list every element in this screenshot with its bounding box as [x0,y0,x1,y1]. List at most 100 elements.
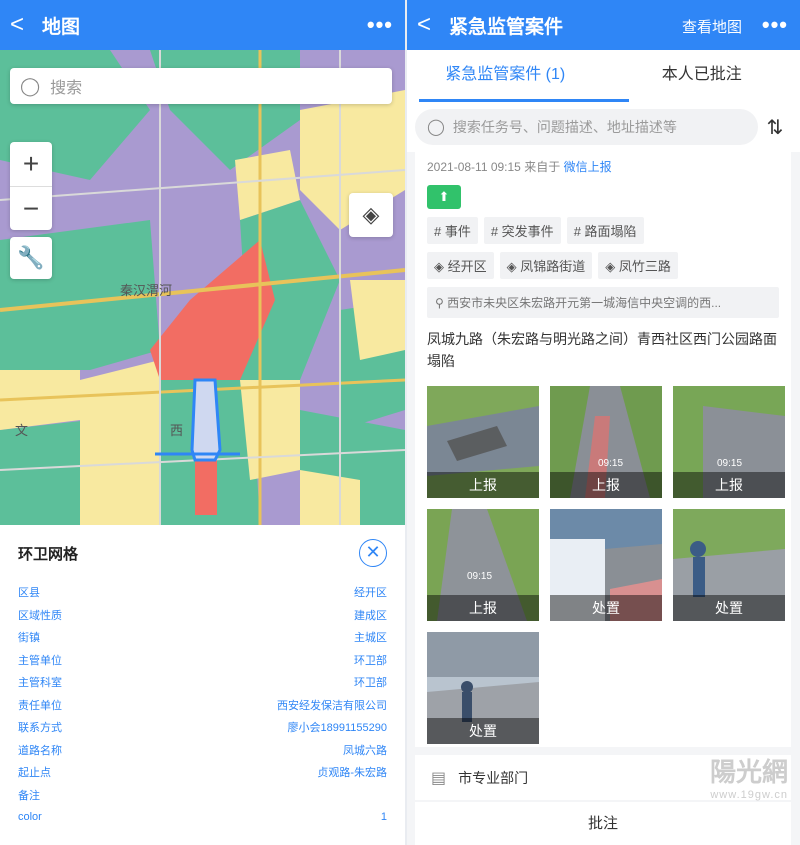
info-value: 西安经发保洁有限公司 [277,699,387,712]
info-row: 备注 [18,784,387,807]
info-value: 环卫部 [354,654,387,667]
info-row: 起止点 贞观路-朱宏路 [18,761,387,784]
tab-bar: 紧急监管案件 (1) 本人已批注 [407,50,800,102]
photo-grid: 上报 09:15 上报 09:15 上报 09:15 上报 处置 处置 处置 [427,386,785,744]
info-label: 街镇 [18,632,40,645]
page-title: 地图 [42,16,81,38]
layers-icon[interactable]: ◈ [349,193,393,237]
zoom-in-button[interactable]: + [10,142,52,186]
more-icon[interactable]: ••• [367,12,393,38]
zoom-controls: + − [10,142,52,230]
info-row: 道路名称 凤城六路 [18,739,387,762]
close-icon[interactable]: ✕ [359,539,387,567]
info-label: 起止点 [18,767,51,780]
info-row: 街镇 主城区 [18,626,387,649]
annotate-button[interactable]: 批注 [415,802,791,845]
grid-info-panel: 环卫网格 ✕ 区县 经开区 区域性质 建成区 街镇 主城区 主管单位 环卫部 主管科室环… [0,525,405,845]
case-photo[interactable]: 处置 [550,509,662,621]
map-canvas: 秦汉渭河 西 文 [0,50,405,525]
zoom-out-button[interactable]: − [10,186,52,230]
clipboard-icon: ▤ [431,769,447,787]
photo-label: 上报 [427,472,539,498]
info-label: 备注 [18,789,40,802]
case-card[interactable]: 2021-08-11 09:15 来自于 微信上报 ⬆ # 事件 # 突发事件 … [415,152,791,747]
map-search-placeholder: 搜索 [50,80,83,97]
info-value[interactable]: 廖小会18991155290 [288,719,387,735]
info-label: 区县 [18,587,40,600]
map-search-input[interactable]: ◯ 搜索 [10,68,392,104]
photo-label: 处置 [550,595,662,621]
info-label: 区域性质 [18,609,62,622]
sort-icon[interactable]: ⇅ [758,115,792,140]
map-place-label: 秦汉渭河 [120,283,172,298]
case-search-placeholder: 搜索任务号、问题描述、地址描述等 [452,119,677,135]
case-tag: # 突发事件 [483,217,561,244]
area-tag: ◈ 凤竹三路 [598,252,678,279]
info-label: 责任单位 [18,699,62,712]
case-photo[interactable]: 处置 [427,632,539,744]
watermark-url: www.19gw.cn [710,789,788,801]
case-search-bar: ◯ 搜索任务号、问题描述、地址描述等 ⇅ [407,102,800,152]
photo-label: 上报 [427,595,539,621]
department-label: 市专业部门 [458,769,529,786]
photo-timestamp: 09:15 [467,571,492,582]
photo-label: 上报 [673,472,785,498]
back-icon[interactable]: < [417,0,443,50]
info-label: color [18,811,42,824]
upload-status-badge: ⬆ [427,185,461,209]
top-nav-bar: < 紧急监管案件 查看地图 ••• [407,0,800,50]
case-photo[interactable]: 09:15 上报 [673,386,785,498]
case-tag: # 事件 [427,217,478,244]
map-screen: < 地图 ••• 秦汉渭河 西 文 ◯ 搜索 + − 🔧 ◈ 环卫网格 ✕ 区县… [0,0,405,845]
case-photo[interactable]: 上报 [427,386,539,498]
panel-title: 环卫网格 [18,545,79,563]
info-label: 道路名称 [18,744,62,757]
info-row: 责任单位 西安经发保洁有限公司 [18,694,387,717]
case-photo[interactable]: 09:15 上报 [427,509,539,621]
view-map-link[interactable]: 查看地图 [682,16,742,37]
tab-urgent-cases[interactable]: 紧急监管案件 (1) [407,50,604,102]
info-value: 1 [380,811,387,824]
watermark-main: 陽光網 [709,757,788,787]
page-title: 紧急监管案件 [449,16,564,38]
info-row: 区县 经开区 [18,581,387,604]
tab-my-annotations[interactable]: 本人已批注 [604,50,800,102]
map-view[interactable]: 秦汉渭河 西 文 ◯ 搜索 + − 🔧 ◈ [0,50,405,525]
case-photo[interactable]: 09:15 上报 [550,386,662,498]
photo-label: 处置 [427,718,539,744]
info-label: 主管科室 [18,677,62,690]
search-icon: ◯ [20,75,41,96]
case-list-screen: < 紧急监管案件 查看地图 ••• 紧急监管案件 (1) 本人已批注 ◯ 搜索任… [407,0,800,845]
case-address-text: 西安市未央区朱宏路开元第一城海信中央空调的西... [447,296,722,310]
info-value: 经开区 [354,587,387,600]
info-label: 联系方式 [18,722,62,735]
map-place-label: 文 [15,423,28,438]
info-value: 建成区 [354,609,387,622]
case-address: ⚲ 西安市未央区朱宏路开元第一城海信中央空调的西... [427,287,779,318]
case-source: 微信上报 [563,160,612,174]
info-label: 主管单位 [18,654,62,667]
case-areas: ◈ 经开区 ◈ 凤锦路街道 ◈ 凤竹三路 [427,252,779,279]
info-row: 区域性质 建成区 [18,604,387,627]
info-value: 凤城六路 [343,744,387,757]
photo-timestamp: 09:15 [717,458,742,469]
info-row: color 1 [18,806,387,829]
photo-label: 处置 [673,595,785,621]
photo-timestamp: 09:15 [598,458,623,469]
case-search-input[interactable]: ◯ 搜索任务号、问题描述、地址描述等 [415,109,758,145]
info-row: 主管科室 环卫部 [18,671,387,694]
case-time: 2021-08-11 09:15 [427,160,521,174]
more-icon[interactable]: ••• [762,12,788,38]
info-row: 联系方式 廖小会18991155290 [18,716,387,739]
wrench-icon[interactable]: 🔧 [10,237,52,279]
map-place-label: 西 [170,423,183,438]
case-photo[interactable]: 处置 [673,509,785,621]
info-value: 主城区 [354,632,387,645]
case-tag: # 路面塌陷 [566,217,644,244]
info-value: 贞观路-朱宏路 [317,767,387,780]
active-tab-indicator [419,99,629,102]
back-icon[interactable]: < [10,0,36,50]
info-row: 主管单位 环卫部 [18,649,387,672]
case-tags: # 事件 # 突发事件 # 路面塌陷 [427,217,779,244]
case-description: 凤城九路（朱宏路与明光路之间）青西社区西门公园路面塌陷 [427,331,777,369]
